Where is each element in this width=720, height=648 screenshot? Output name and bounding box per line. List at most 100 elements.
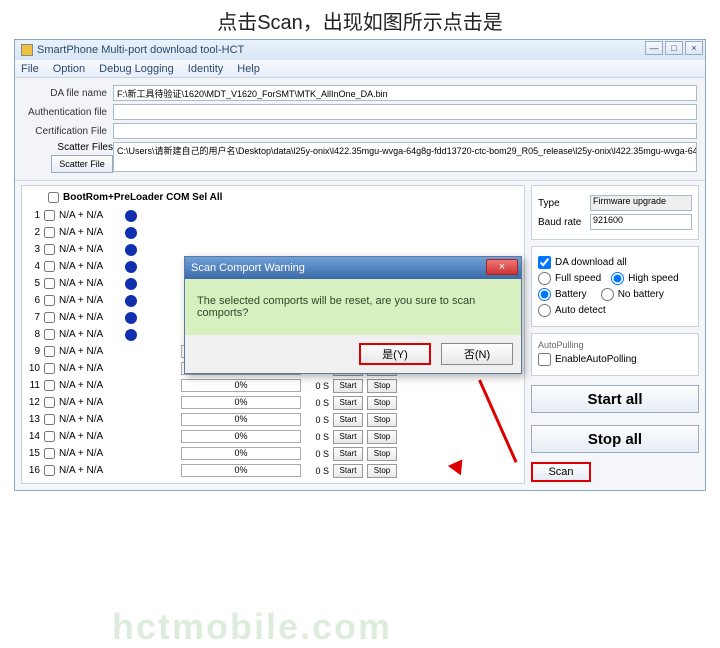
menu-identity[interactable]: Identity	[188, 63, 223, 75]
port-number: 6	[26, 295, 40, 306]
port-checkbox[interactable]	[44, 465, 55, 476]
port-stop-button[interactable]: Stop	[367, 396, 397, 410]
da-input[interactable]: F:\新工具待验证\1620\MDT_V1620_ForSMT\MTK_AllI…	[113, 85, 697, 101]
da-all-label: DA download all	[555, 257, 627, 268]
enable-autopolling-checkbox[interactable]	[538, 353, 551, 366]
auth-label: Authentication file	[23, 107, 113, 118]
port-checkbox[interactable]	[44, 227, 55, 238]
port-start-button[interactable]: Start	[333, 379, 363, 393]
port-value: N/A + N/A	[59, 397, 119, 408]
dialog-close-button[interactable]: ×	[486, 259, 518, 275]
autodetect-radio[interactable]	[538, 304, 551, 317]
dialog-title: Scan Comport Warning	[191, 262, 305, 274]
port-number: 13	[26, 414, 40, 425]
scatter-file-button[interactable]: Scatter File	[51, 155, 113, 173]
seconds-label: 0 S	[305, 398, 329, 408]
port-row: 12N/A + N/A0%0 SStartStop	[26, 394, 520, 411]
port-value: N/A + N/A	[59, 346, 119, 357]
high-speed-label: High speed	[628, 273, 679, 284]
port-value: N/A + N/A	[59, 227, 119, 238]
menu-file[interactable]: File	[21, 63, 39, 75]
status-dot-icon	[125, 312, 137, 324]
port-number: 12	[26, 397, 40, 408]
minimize-button[interactable]: —	[645, 41, 663, 55]
port-row: 2 N/A + N/A	[26, 224, 520, 241]
port-stop-button[interactable]: Stop	[367, 464, 397, 478]
port-checkbox[interactable]	[44, 312, 55, 323]
seconds-label: 0 S	[305, 415, 329, 425]
dialog-titlebar: Scan Comport Warning ×	[185, 257, 521, 279]
port-checkbox[interactable]	[44, 346, 55, 357]
maximize-button[interactable]: □	[665, 41, 683, 55]
port-stop-button[interactable]: Stop	[367, 447, 397, 461]
port-checkbox[interactable]	[44, 431, 55, 442]
port-checkbox[interactable]	[44, 397, 55, 408]
port-checkbox[interactable]	[44, 448, 55, 459]
port-checkbox[interactable]	[44, 363, 55, 374]
da-all-checkbox[interactable]	[538, 256, 551, 269]
port-start-button[interactable]: Start	[333, 413, 363, 427]
port-number: 16	[26, 465, 40, 476]
menu-help[interactable]: Help	[237, 63, 260, 75]
scatter-input[interactable]: C:\Users\请新建自己的用户名\Desktop\data\l25y-oni…	[113, 142, 697, 172]
menu-debug[interactable]: Debug Logging	[99, 63, 174, 75]
port-start-button[interactable]: Start	[333, 447, 363, 461]
dialog-no-button[interactable]: 否(N)	[441, 343, 513, 365]
progress-bar: 0%	[181, 379, 301, 392]
close-button[interactable]: ×	[685, 41, 703, 55]
da-label: DA file name	[23, 88, 113, 99]
high-speed-radio[interactable]	[611, 272, 624, 285]
progress-bar: 0%	[181, 464, 301, 477]
battery-radio[interactable]	[538, 288, 551, 301]
port-checkbox[interactable]	[44, 244, 55, 255]
port-stop-button[interactable]: Stop	[367, 413, 397, 427]
baud-select[interactable]: 921600	[590, 214, 692, 230]
autopulling-caption: AutoPulling	[538, 340, 692, 350]
status-dot-icon	[125, 244, 137, 256]
cert-input[interactable]	[113, 123, 697, 139]
menubar: File Option Debug Logging Identity Help	[15, 60, 705, 78]
start-all-button[interactable]: Start all	[531, 385, 699, 413]
port-value: N/A + N/A	[59, 431, 119, 442]
port-row: 11N/A + N/A0%0 SStartStop	[26, 377, 520, 394]
port-checkbox[interactable]	[44, 210, 55, 221]
port-checkbox[interactable]	[44, 329, 55, 340]
port-checkbox[interactable]	[44, 278, 55, 289]
port-checkbox[interactable]	[44, 261, 55, 272]
port-number: 8	[26, 329, 40, 340]
scan-warning-dialog: Scan Comport Warning × The selected comp…	[184, 256, 522, 374]
type-select[interactable]: Firmware upgrade	[590, 195, 692, 211]
port-number: 1	[26, 210, 40, 221]
dialog-yes-button[interactable]: 是(Y)	[359, 343, 431, 365]
port-checkbox[interactable]	[44, 295, 55, 306]
port-checkbox[interactable]	[44, 414, 55, 425]
port-start-button[interactable]: Start	[333, 430, 363, 444]
full-speed-radio[interactable]	[538, 272, 551, 285]
port-value: N/A + N/A	[59, 363, 119, 374]
port-number: 2	[26, 227, 40, 238]
port-value: N/A + N/A	[59, 414, 119, 425]
port-number: 3	[26, 244, 40, 255]
menu-option[interactable]: Option	[53, 63, 85, 75]
auth-input[interactable]	[113, 104, 697, 120]
nobattery-radio[interactable]	[601, 288, 614, 301]
status-dot-icon	[125, 210, 137, 222]
port-stop-button[interactable]: Stop	[367, 379, 397, 393]
port-row: 15N/A + N/A0%0 SStartStop	[26, 445, 520, 462]
enable-autopolling-label: EnableAutoPolling	[555, 354, 637, 365]
port-start-button[interactable]: Start	[333, 396, 363, 410]
nobattery-label: No battery	[618, 289, 664, 300]
select-all-checkbox[interactable]	[48, 192, 59, 203]
port-checkbox[interactable]	[44, 380, 55, 391]
scatter-caption: Scatter Files Scatter File	[23, 142, 113, 173]
status-dot-icon	[125, 227, 137, 239]
stop-all-button[interactable]: Stop all	[531, 425, 699, 453]
seconds-label: 0 S	[305, 449, 329, 459]
port-start-button[interactable]: Start	[333, 464, 363, 478]
type-group: TypeFirmware upgrade Baud rate921600	[531, 185, 699, 240]
port-row: 1N/A + N/A	[26, 207, 520, 224]
port-value: N/A + N/A	[59, 261, 119, 272]
port-stop-button[interactable]: Stop	[367, 430, 397, 444]
scan-button[interactable]: Scan	[531, 462, 591, 482]
port-number: 10	[26, 363, 40, 374]
